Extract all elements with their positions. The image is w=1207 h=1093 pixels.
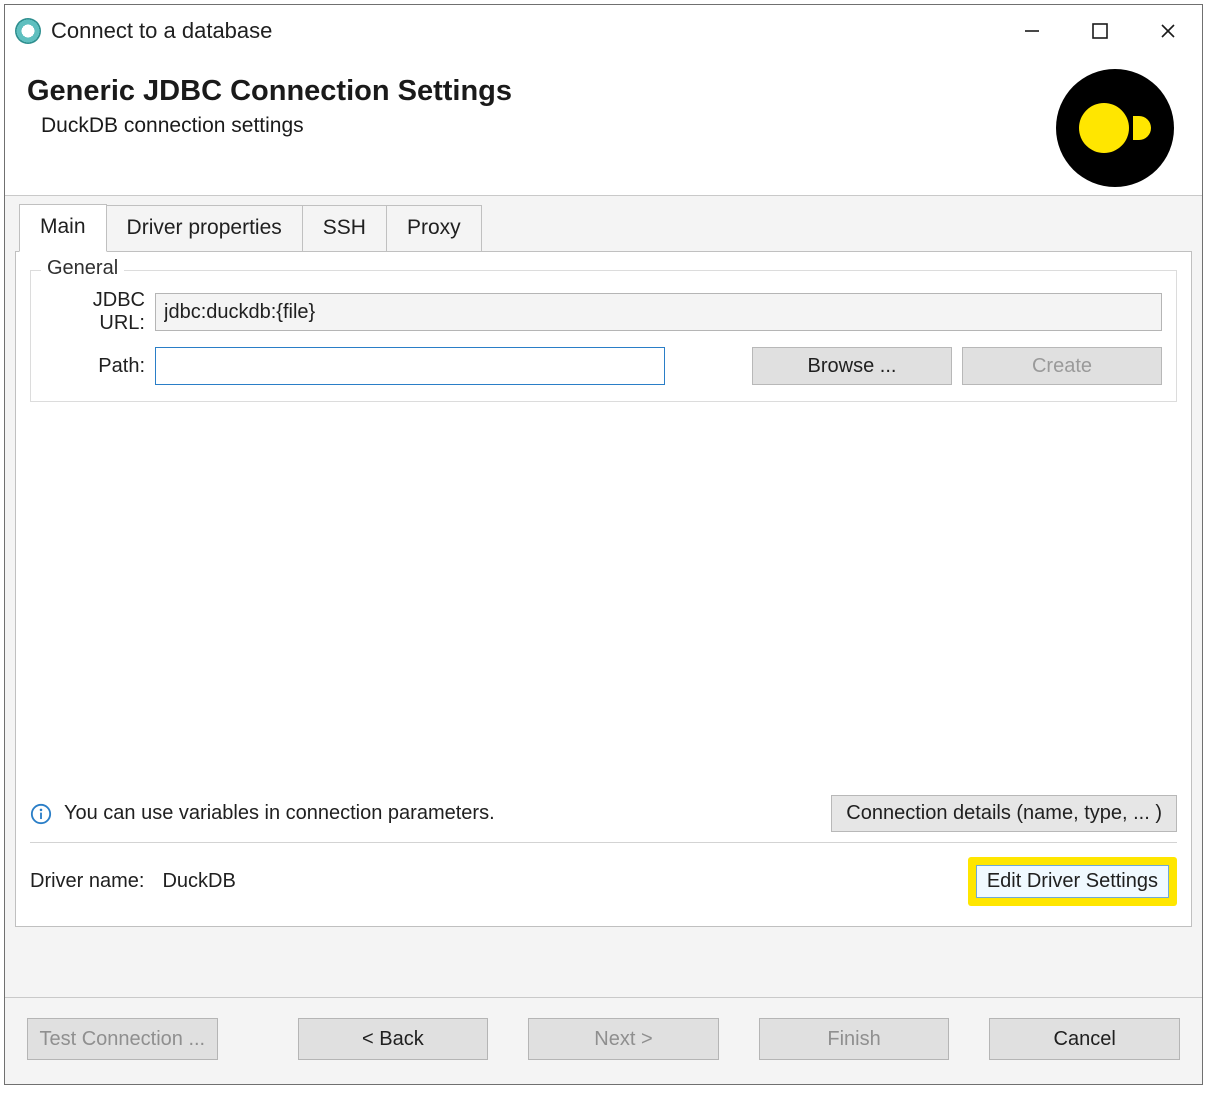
tab-panel-main: General JDBC URL: Path: Browse ... Creat… — [15, 251, 1192, 927]
dialog-footer: Test Connection ... < Back Next > Finish… — [5, 997, 1202, 1084]
cancel-button[interactable]: Cancel — [989, 1018, 1180, 1060]
driver-name-label: Driver name: — [30, 870, 144, 893]
path-field[interactable] — [155, 347, 665, 385]
finish-button[interactable]: Finish — [759, 1018, 950, 1060]
dialog-header: Generic JDBC Connection Settings DuckDB … — [5, 57, 1202, 196]
create-button[interactable]: Create — [962, 347, 1162, 385]
window-title: Connect to a database — [51, 18, 272, 44]
close-button[interactable] — [1134, 5, 1202, 57]
edit-driver-highlight: Edit Driver Settings — [968, 857, 1177, 906]
page-title: Generic JDBC Connection Settings — [27, 75, 1056, 108]
browse-button[interactable]: Browse ... — [752, 347, 952, 385]
general-legend: General — [41, 257, 124, 280]
dialog-body: Main Driver properties SSH Proxy General… — [5, 196, 1202, 997]
test-connection-button[interactable]: Test Connection ... — [27, 1018, 218, 1060]
back-button[interactable]: < Back — [298, 1018, 489, 1060]
jdbc-url-field[interactable] — [155, 293, 1162, 331]
path-label: Path: — [45, 355, 145, 378]
dialog-window: Connect to a database Generic JDBC Conne… — [4, 4, 1203, 1085]
close-icon — [1159, 22, 1177, 40]
tab-proxy[interactable]: Proxy — [387, 205, 482, 252]
divider — [30, 842, 1177, 843]
maximize-icon — [1091, 22, 1109, 40]
info-icon — [30, 803, 52, 825]
tab-ssh[interactable]: SSH — [303, 205, 387, 252]
tab-driver-properties[interactable]: Driver properties — [107, 205, 303, 252]
tab-bar: Main Driver properties SSH Proxy — [15, 204, 1192, 252]
duckdb-logo — [1056, 69, 1174, 187]
jdbc-url-label: JDBC URL: — [45, 289, 145, 335]
app-icon — [15, 18, 41, 44]
page-subtitle: DuckDB connection settings — [41, 114, 1056, 138]
connection-details-button[interactable]: Connection details (name, type, ... ) — [831, 795, 1177, 832]
tab-main[interactable]: Main — [19, 204, 107, 252]
minimize-button[interactable] — [998, 5, 1066, 57]
driver-name-value: DuckDB — [162, 870, 235, 893]
info-text: You can use variables in connection para… — [64, 802, 495, 825]
maximize-button[interactable] — [1066, 5, 1134, 57]
edit-driver-settings-button[interactable]: Edit Driver Settings — [976, 865, 1169, 898]
next-button[interactable]: Next > — [528, 1018, 719, 1060]
general-group: General JDBC URL: Path: Browse ... Creat… — [30, 270, 1177, 402]
minimize-icon — [1023, 22, 1041, 40]
titlebar: Connect to a database — [5, 5, 1202, 57]
